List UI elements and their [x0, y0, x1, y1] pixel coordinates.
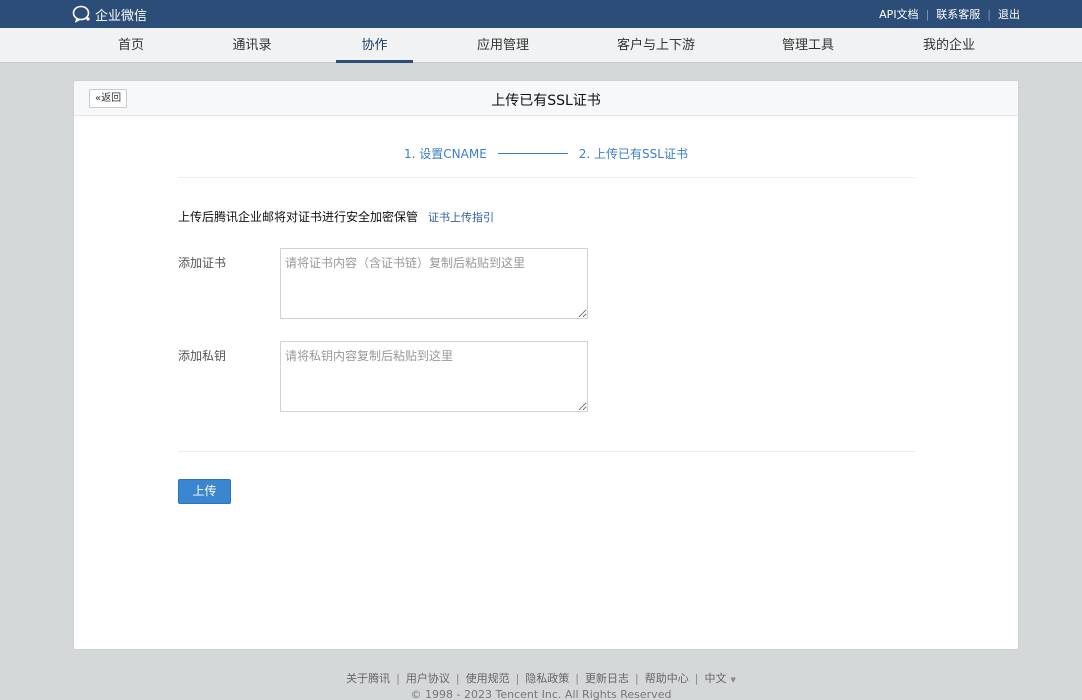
step-indicator: 1. 设置CNAME 2. 上传已有SSL证书 — [74, 145, 1018, 162]
footer-separator: | — [694, 671, 699, 685]
step-1: 1. 设置CNAME — [404, 147, 487, 161]
divider — [178, 177, 915, 178]
footer-link-help-center[interactable]: 帮助中心 — [645, 670, 689, 686]
nav-item-contacts[interactable]: 通讯录 — [221, 28, 283, 63]
main-nav: 首页 通讯录 协作 应用管理 客户与上下游 管理工具 我的企业 — [0, 28, 1082, 63]
key-field-label: 添加私钥 — [178, 349, 227, 363]
cert-textarea[interactable] — [280, 248, 588, 319]
wecom-logo-icon — [72, 5, 90, 23]
top-link-separator: | — [987, 7, 991, 21]
logo[interactable]: 企业微信 — [72, 4, 147, 24]
nav-item-customers-partners[interactable]: 客户与上下游 — [606, 28, 706, 63]
footer-link-usage-rules[interactable]: 使用规范 — [466, 670, 510, 686]
page-title: 上传已有SSL证书 — [491, 93, 601, 109]
api-docs-link[interactable]: API文档 — [879, 6, 918, 22]
top-link-separator: | — [925, 7, 930, 21]
top-links: API文档 | 联系客服 | 退出 — [879, 6, 1020, 22]
footer-link-about[interactable]: 关于腾讯 — [346, 670, 390, 686]
intro: 上传后腾讯企业邮将对证书进行安全加密保管 证书上传指引 — [178, 208, 494, 225]
upload-ssl-card: «返回 上传已有SSL证书 1. 设置CNAME 2. 上传已有SSL证书 上传… — [73, 80, 1019, 650]
step-connector — [497, 153, 568, 154]
nav-item-collaboration[interactable]: 协作 — [336, 28, 413, 63]
caret-down-icon: ▼ — [730, 676, 736, 684]
nav-item-management-tools[interactable]: 管理工具 — [766, 28, 850, 63]
nav-item-my-company[interactable]: 我的企业 — [908, 28, 990, 63]
footer-link-privacy[interactable]: 隐私政策 — [525, 670, 569, 686]
language-selector[interactable]: 中文 ▼ — [704, 670, 735, 686]
footer-separator: | — [455, 671, 460, 685]
cert-upload-guide-link[interactable]: 证书上传指引 — [428, 209, 494, 225]
divider — [178, 451, 915, 452]
logout-link[interactable]: 退出 — [998, 6, 1020, 22]
card-header: «返回 上传已有SSL证书 — [74, 81, 1018, 116]
cert-field-label: 添加证书 — [178, 256, 227, 270]
footer-link-changelog[interactable]: 更新日志 — [585, 670, 629, 686]
contact-support-link[interactable]: 联系客服 — [936, 6, 980, 22]
nav-item-home[interactable]: 首页 — [100, 28, 162, 63]
footer-link-user-agreement[interactable]: 用户协议 — [406, 670, 450, 686]
step-2: 2. 上传已有SSL证书 — [578, 147, 688, 161]
nav-item-app-management[interactable]: 应用管理 — [462, 28, 544, 63]
footer-separator: | — [515, 671, 520, 685]
language-label: 中文 — [704, 672, 727, 685]
private-key-textarea[interactable] — [280, 341, 588, 412]
logo-text: 企业微信 — [95, 8, 148, 24]
intro-text: 上传后腾讯企业邮将对证书进行安全加密保管 — [178, 210, 419, 224]
footer-separator: | — [575, 671, 580, 685]
footer-separator: | — [635, 671, 639, 685]
top-bar: 企业微信 API文档 | 联系客服 | 退出 — [0, 0, 1082, 28]
upload-button[interactable]: 上传 — [178, 479, 231, 504]
copyright: © 1998 - 2023 Tencent Inc. All Rights Re… — [410, 688, 672, 700]
footer-separator: | — [396, 671, 400, 685]
footer-links: 关于腾讯 | 用户协议 | 使用规范 | 隐私政策 | 更新日志 | 帮助中心 … — [0, 670, 1082, 686]
